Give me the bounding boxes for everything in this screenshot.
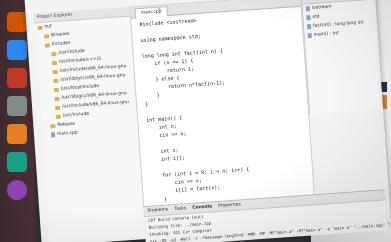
outline-symbol-icon: [306, 15, 311, 21]
gutter: [142, 178, 150, 179]
console-tab[interactable]: Console: [192, 202, 213, 212]
gutter: [137, 106, 145, 107]
folder-icon: [44, 42, 50, 48]
code-editor[interactable]: main.cpp ✕ #include <iostream> using name…: [129, 0, 315, 235]
code-line-text: }: [151, 196, 168, 204]
code-line-text: }: [144, 92, 160, 100]
folder-icon: [50, 123, 56, 128]
outline-item-label: iostream: [311, 4, 332, 11]
folder-icon: [54, 96, 60, 101]
dock-app-icon-7[interactable]: [7, 180, 27, 200]
outline-symbol-icon: [306, 24, 312, 30]
gutter: [141, 154, 149, 155]
gutter: [136, 82, 144, 83]
dock-app-icon-2[interactable]: [7, 40, 27, 60]
gutter: [136, 90, 144, 91]
gutter: [134, 58, 142, 59]
gutter: [139, 130, 147, 131]
outline-pane: iostream std fact(int) : long long int main…: [300, 0, 381, 115]
tree-item-label: main.cpp: [56, 130, 79, 138]
file-icon: [50, 132, 56, 138]
gutter: [134, 66, 142, 67]
console-tab[interactable]: Problems: [147, 205, 168, 215]
dock-app-icon-6[interactable]: [7, 152, 27, 172]
folder-icon: [51, 51, 57, 56]
gutter: [133, 42, 141, 43]
gutter: [138, 122, 146, 123]
folder-icon: [52, 69, 58, 74]
gutter: [135, 74, 143, 75]
folder-icon: [55, 114, 61, 119]
gutter: [138, 114, 146, 115]
gutter: [141, 162, 149, 163]
eclipse-window: Project Explorer out Binaries Includes/usr…: [24, 0, 391, 242]
gutter: [140, 146, 148, 147]
project-tree: out Binaries Includes/usr/include/usr/incl…: [34, 17, 138, 140]
folder-icon: [43, 33, 50, 39]
gutter: [142, 170, 150, 171]
photo-of-screen: SOLVED LOGIN Project Explorer outBinarie…: [0, 0, 391, 242]
code-line-text: }: [144, 101, 149, 108]
gutter: [133, 50, 141, 51]
folder-icon: [53, 87, 60, 92]
tree-item-label: /usr/include: [62, 111, 90, 119]
code-line-text: cin >> n;: [147, 131, 187, 140]
outline-item-label: main() : int: [313, 31, 339, 38]
dock-app-icon-1[interactable]: [7, 12, 27, 32]
console-tab[interactable]: Properties: [218, 200, 241, 211]
gutter: [132, 34, 140, 35]
gutter: [143, 186, 151, 187]
gutter: [137, 98, 145, 99]
close-icon[interactable]: ✕: [157, 6, 163, 14]
dock-app-icon-4[interactable]: [7, 96, 27, 116]
folder-icon: [51, 60, 58, 65]
outline-symbol-icon: [307, 33, 312, 39]
gutter: [139, 138, 147, 139]
console-tab[interactable]: Tasks: [174, 204, 187, 214]
folder-icon: [37, 25, 43, 30]
folder-icon: [55, 105, 61, 110]
code-line-text: int i[];: [148, 155, 186, 164]
outline-tree: iostream std fact(int) : long long int main…: [303, 0, 375, 41]
outline-symbol-icon: [305, 6, 311, 12]
folder-icon: [53, 78, 59, 83]
project-explorer-pane: Project Explorer out Binaries Includes/usr…: [33, 6, 147, 242]
gutter: [132, 26, 140, 27]
dock-app-icon-3[interactable]: [7, 68, 27, 88]
gutter: [143, 194, 151, 195]
gutter: [144, 202, 152, 203]
dock-app-icon-5[interactable]: [7, 124, 27, 144]
